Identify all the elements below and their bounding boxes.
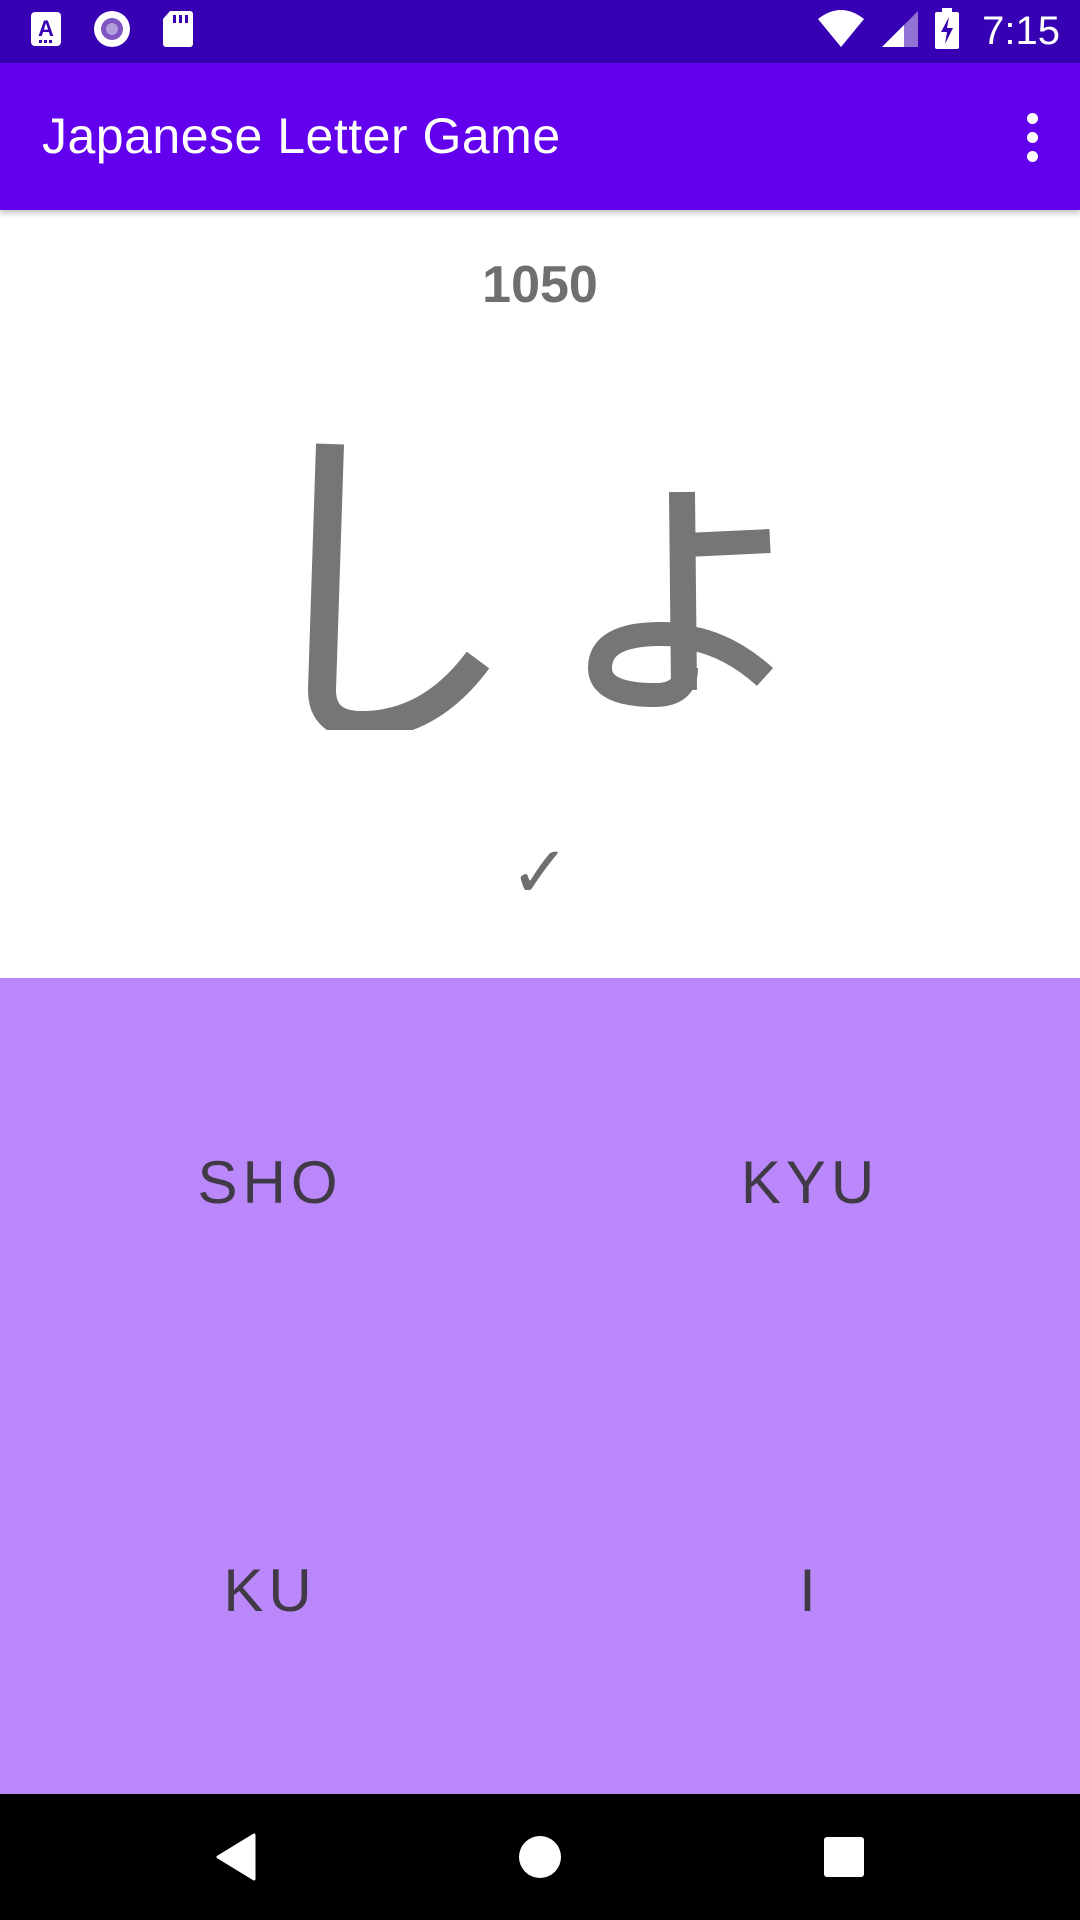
- app-bar: Japanese Letter Game: [0, 63, 1080, 210]
- recents-icon[interactable]: [774, 1794, 914, 1920]
- menu-dot: [1026, 131, 1038, 143]
- sd-card-icon: [162, 10, 194, 53]
- overflow-menu-icon[interactable]: [1004, 99, 1060, 175]
- score-display: 1050: [482, 256, 598, 314]
- kana-display: [0, 390, 1080, 740]
- status-right-icons: 7:15: [816, 0, 1060, 63]
- wifi-icon: [816, 9, 866, 54]
- answer-button-1[interactable]: SHO: [0, 978, 540, 1386]
- status-bar: A 7:15: [0, 0, 1080, 63]
- app-title: Japanese Letter Game: [42, 108, 561, 164]
- answer-button-4[interactable]: I: [540, 1386, 1080, 1794]
- menu-dot: [1026, 150, 1038, 162]
- kana-glyph: [307, 443, 774, 740]
- menu-dot: [1026, 112, 1038, 124]
- answer-button-2[interactable]: KYU: [540, 978, 1080, 1386]
- cell-signal-icon: [880, 9, 920, 54]
- record-circle-icon: [92, 9, 132, 54]
- nav-bar: [0, 1794, 1080, 1920]
- home-icon[interactable]: [470, 1794, 610, 1920]
- feedback-mark: ✓: [509, 830, 571, 914]
- back-icon[interactable]: [166, 1794, 306, 1920]
- keyboard-a-icon: A: [30, 11, 62, 52]
- answer-grid: SHO KYU KU I: [0, 978, 1080, 1794]
- screen: A 7:15 Japanese Letter Game 1050 ✓ SHO K…: [0, 0, 1080, 1920]
- status-time: 7:15: [982, 9, 1060, 53]
- svg-text:A: A: [38, 16, 54, 41]
- battery-charging-icon: [934, 8, 960, 55]
- status-left-icons: A: [30, 0, 194, 63]
- answer-button-3[interactable]: KU: [0, 1386, 540, 1794]
